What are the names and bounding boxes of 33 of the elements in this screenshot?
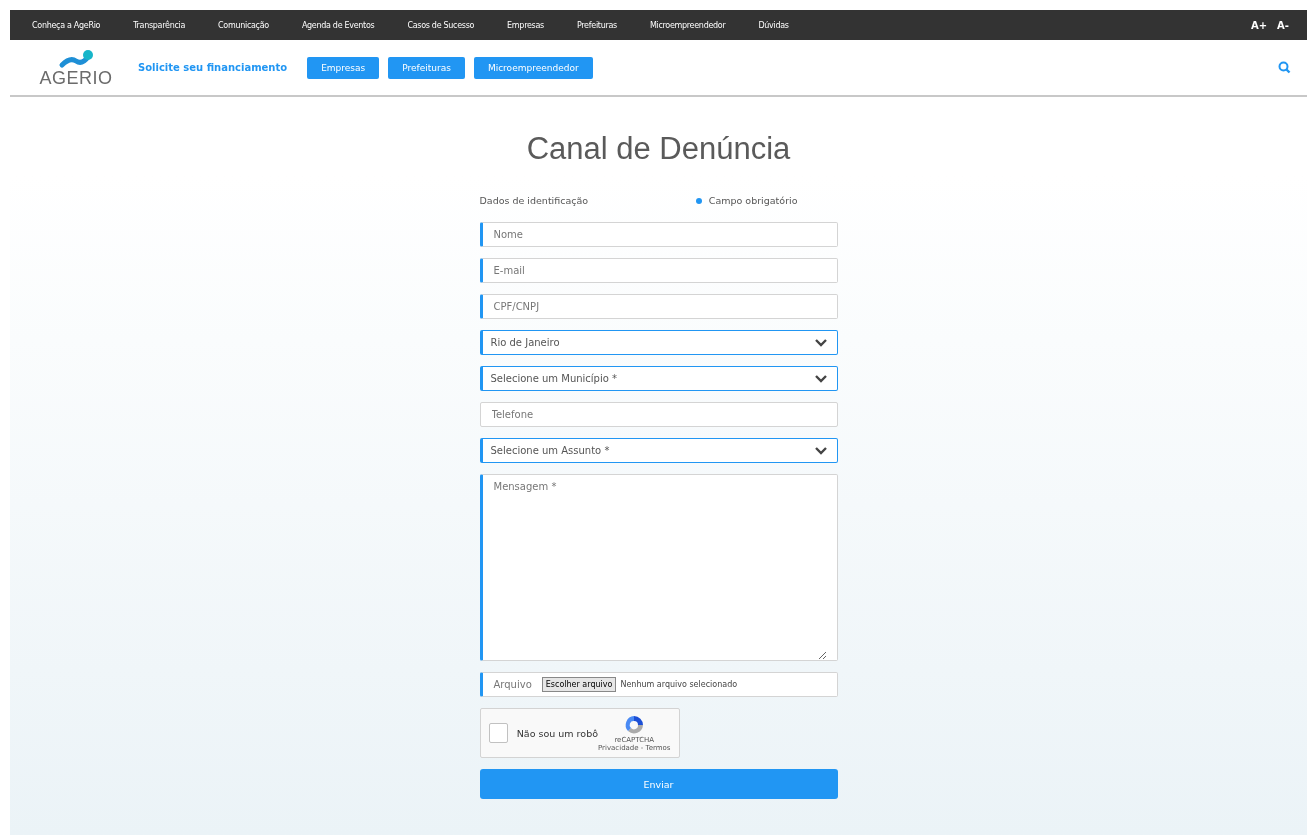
input-field[interactable]: E-mail <box>479 258 838 283</box>
search-icon[interactable] <box>1278 61 1291 74</box>
chevron-down-icon <box>814 338 827 347</box>
nav-link[interactable]: Conheça a AgeRio <box>32 20 101 30</box>
input-field[interactable]: Telefone <box>479 402 838 427</box>
required-legend: Campo obrigatório <box>708 195 798 206</box>
input-field[interactable]: Nome <box>479 222 838 247</box>
nav-link[interactable]: Prefeituras <box>576 20 617 30</box>
select-field[interactable]: Rio de Janeiro <box>479 330 838 355</box>
chevron-down-icon <box>814 374 827 383</box>
recaptcha-icon <box>623 714 646 736</box>
select-field[interactable]: Selecione um Assunto * <box>479 438 838 463</box>
nav-link[interactable]: Transparência <box>133 20 186 30</box>
nav-link[interactable]: Agenda de Eventos <box>301 20 375 30</box>
input-field[interactable]: CPF/CNPJ <box>479 294 838 319</box>
chevron-down-icon <box>814 446 827 455</box>
page-title: Canal de Denúncia <box>526 131 791 167</box>
nav-link[interactable]: Empresas <box>507 20 544 30</box>
logo-text: AGERIO <box>39 68 113 87</box>
nav-link[interactable]: Microempreendedor <box>649 20 726 30</box>
nav-link[interactable]: Dúvidas <box>758 20 789 30</box>
select-field[interactable]: Selecione um Município * <box>479 366 838 391</box>
font-size-control[interactable]: A+ <box>1251 19 1268 31</box>
section-label: Dados de identificação <box>479 195 589 206</box>
nav-link[interactable]: Comunicação <box>218 20 269 30</box>
captcha-checkbox[interactable] <box>488 723 508 743</box>
choose-file-button[interactable]: Escolher arquivo <box>541 677 617 692</box>
captcha-label: Não sou um robô <box>516 727 598 739</box>
font-size-control[interactable]: A- <box>1277 19 1289 31</box>
file-field[interactable]: Arquivo Escolher arquivo Nenhum arquivo selecionado <box>479 672 838 697</box>
nav-link[interactable]: Casos de Sucesso <box>407 20 475 30</box>
required-dot-icon <box>695 197 702 204</box>
message-field[interactable]: Mensagem * <box>479 474 838 661</box>
